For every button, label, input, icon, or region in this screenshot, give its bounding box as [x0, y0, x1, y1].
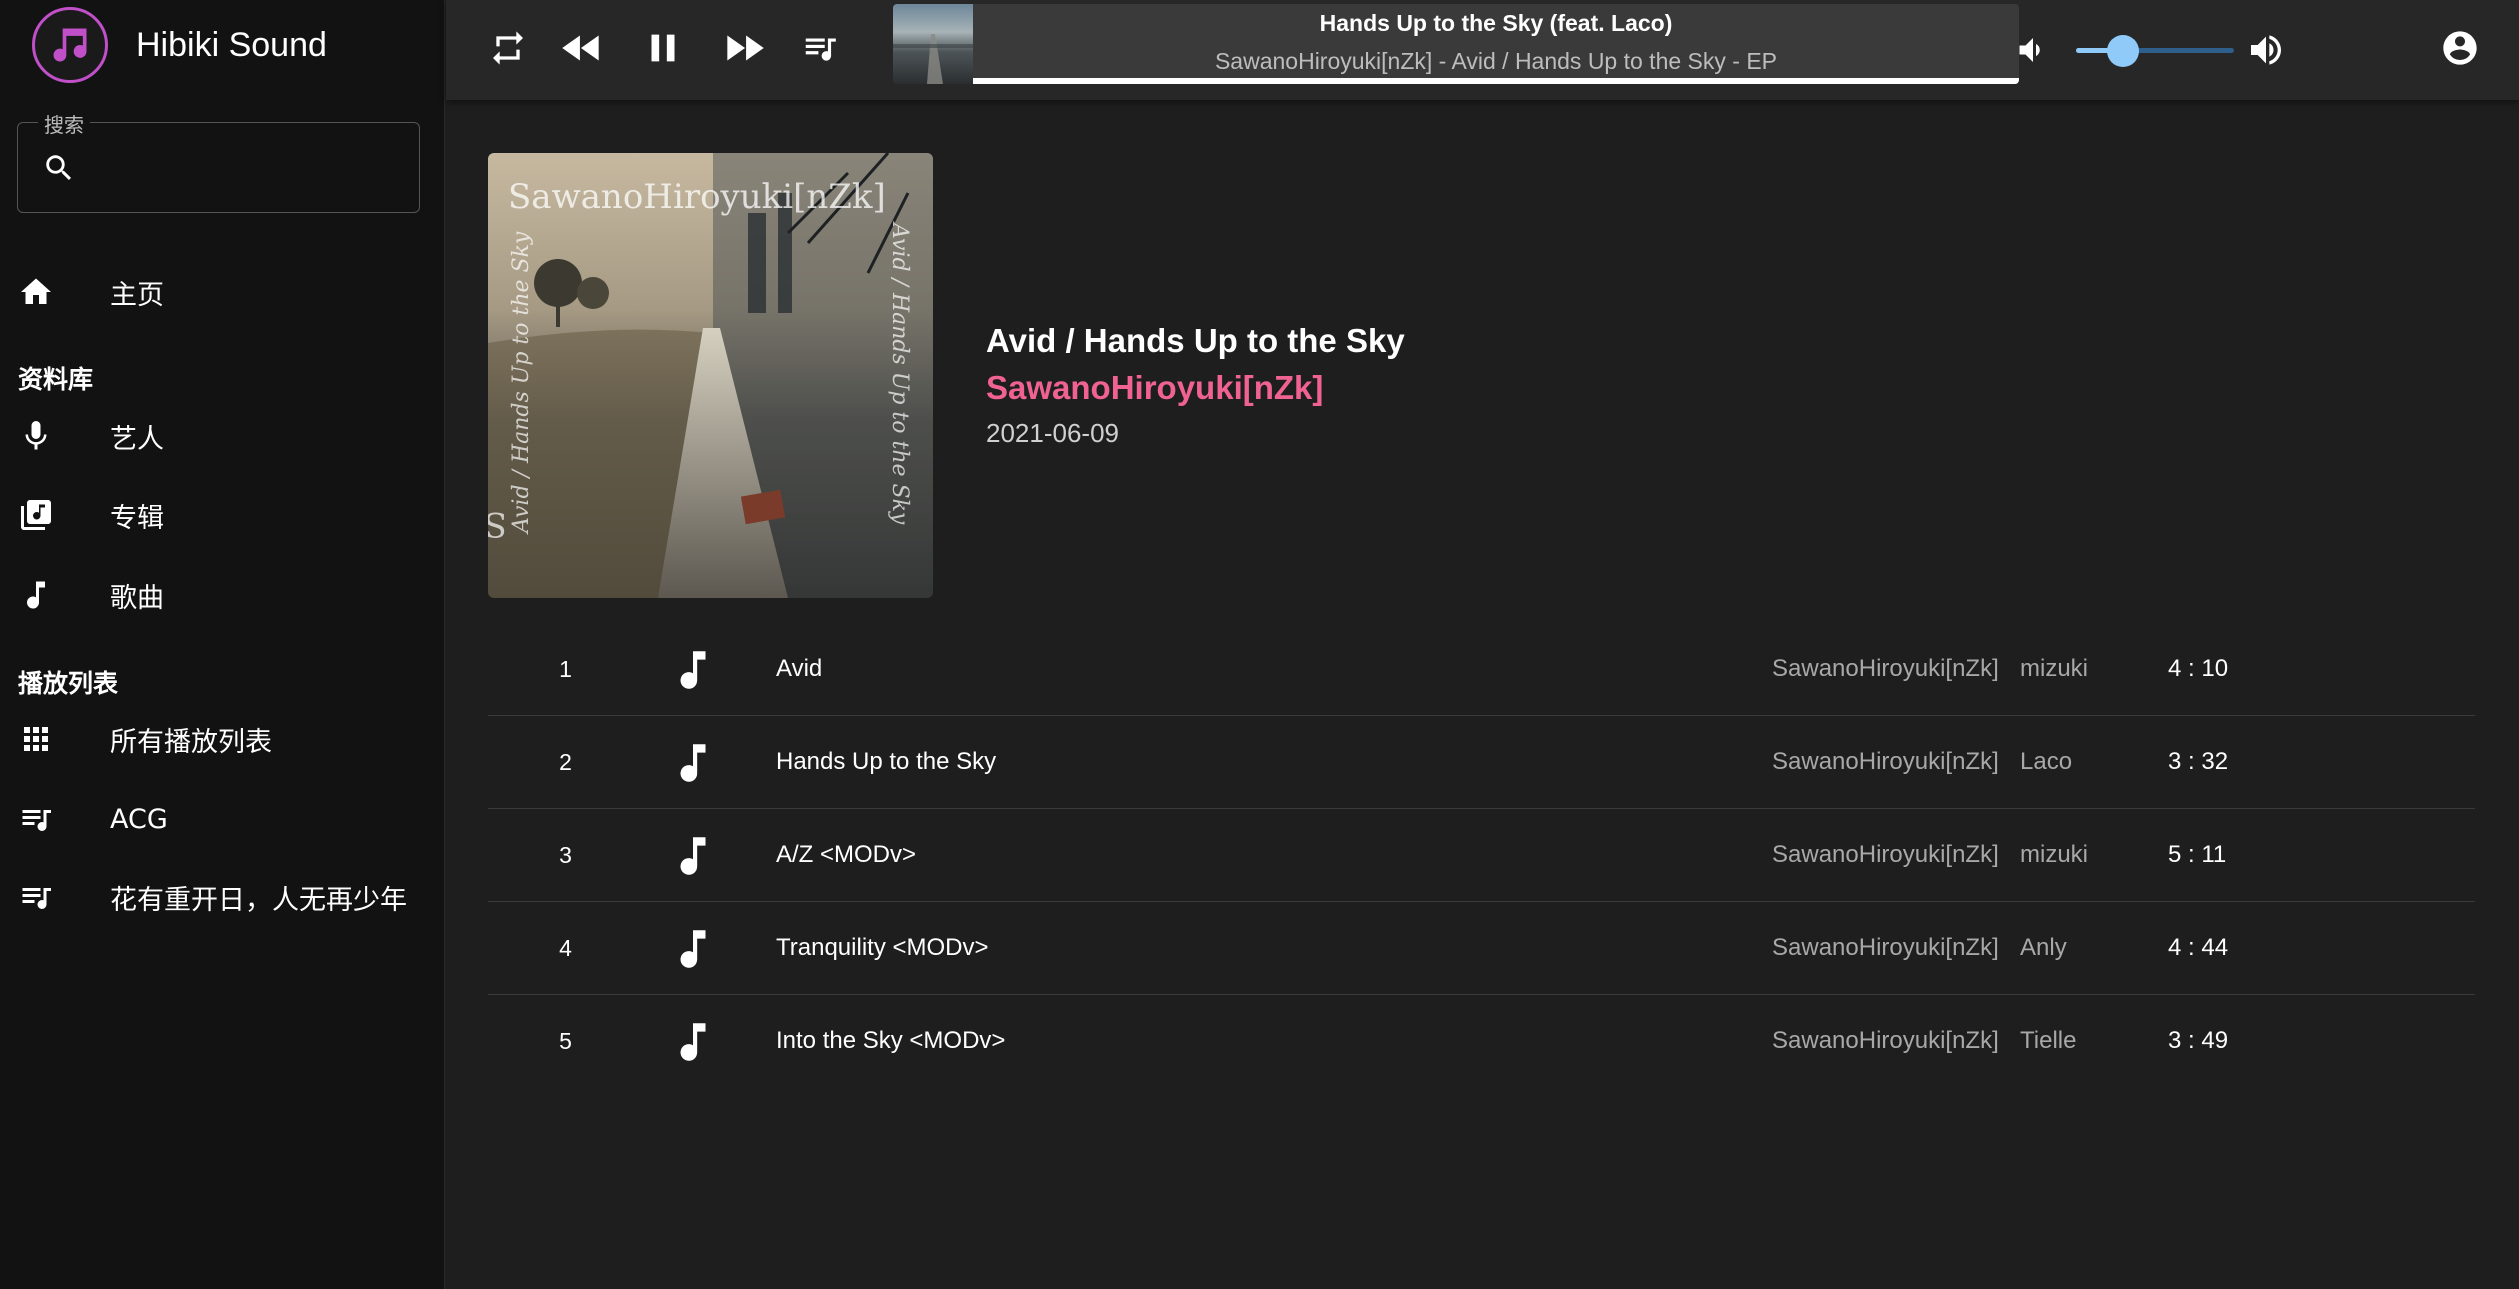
track-title: Avid [776, 655, 823, 682]
queue-button[interactable] [792, 22, 848, 78]
app-name: Hibiki Sound [136, 25, 327, 64]
music-note-icon [668, 1017, 718, 1067]
sidebar-item-albums[interactable]: 专辑 [18, 485, 164, 545]
album-cover: SawanoHiroyuki[nZk] SawanoHiroyuki[nZk] … [488, 153, 933, 598]
sidebar-item-label: 艺人 [110, 423, 164, 455]
track-artist[interactable]: SawanoHiroyuki[nZk] [1772, 995, 1999, 1087]
previous-button[interactable] [554, 22, 610, 78]
sidebar-item-songs[interactable]: 歌曲 [18, 565, 164, 625]
track-featured-artist[interactable]: Laco [2020, 716, 2072, 808]
track-artist[interactable]: SawanoHiroyuki[nZk] [1772, 716, 1999, 808]
now-playing-subtitle: SawanoHiroyuki[nZk] - Avid / Hands Up to… [1214, 48, 1778, 74]
microphone-icon [18, 418, 54, 454]
track-featured-artist[interactable]: mizuki [2020, 623, 2088, 715]
repeat-icon [488, 28, 528, 73]
cover-side-text-right: Avid / Hands Up to the Sky [887, 221, 912, 525]
sidebar-item-label: 歌曲 [110, 582, 164, 614]
now-playing-cover [893, 4, 973, 84]
volume-control [2012, 22, 2312, 78]
track-artist[interactable]: SawanoHiroyuki[nZk] [1772, 902, 1999, 994]
album-artist-link[interactable]: SawanoHiroyuki[nZk] [986, 369, 1323, 407]
album-title: Avid / Hands Up to the Sky [986, 322, 1405, 359]
queue-icon [801, 29, 839, 72]
sidebar-item-label: 所有播放列表 [110, 726, 272, 758]
sidebar-item-label: 专辑 [110, 502, 164, 534]
track-number: 1 [559, 656, 572, 682]
track-title: Hands Up to the Sky [776, 748, 997, 775]
sidebar-item-artists[interactable]: 艺人 [18, 406, 164, 466]
next-button[interactable] [716, 22, 772, 78]
track-number: 4 [559, 935, 572, 961]
player-bar: Hands Up to the Sky (feat. Laco) SawanoH… [446, 0, 2519, 100]
track-number: 5 [559, 1028, 572, 1054]
track-duration: 3 : 32 [2168, 748, 2229, 775]
music-note-icon [32, 7, 108, 83]
track-duration: 3 : 49 [2168, 1027, 2229, 1054]
track-featured-artist[interactable]: Tielle [2020, 995, 2076, 1087]
track-duration: 4 : 10 [2168, 655, 2229, 682]
sidebar-item-label: 花有重开日，人无再少年 [110, 884, 407, 916]
search-field[interactable]: 搜索 [17, 109, 420, 213]
music-note-icon [668, 831, 718, 881]
track-duration: 4 : 44 [2168, 934, 2229, 961]
album-release-date: 2021-06-09 [986, 418, 1119, 448]
playlists-section-title: 播放列表 [18, 669, 119, 698]
track-title: A/Z <MODv> [776, 841, 917, 868]
sidebar-item-all-playlists[interactable]: 所有播放列表 [18, 709, 272, 769]
queue-music-icon [18, 879, 54, 915]
track-row[interactable]: 3 A/Z <MODv> SawanoHiroyuki[nZk] mizuki … [488, 809, 2475, 902]
search-label: 搜索 [38, 109, 90, 138]
cover-title-text: SawanoHiroyuki[nZk] [508, 177, 886, 217]
sidebar-item-playlist-acg[interactable]: ACG [18, 789, 168, 849]
cover-side-text-left: Avid / Hands Up to the Sky [509, 231, 534, 535]
brand[interactable]: Hibiki Sound [32, 7, 327, 83]
repeat-button[interactable] [480, 22, 536, 78]
track-duration: 5 : 11 [2168, 841, 2227, 868]
track-number: 2 [559, 749, 572, 775]
sidebar-item-label: ACG [110, 803, 168, 835]
track-row[interactable]: 2 Hands Up to the Sky SawanoHiroyuki[nZk… [488, 716, 2475, 809]
track-row[interactable]: 5 Into the Sky <MODv> SawanoHiroyuki[nZk… [488, 995, 2475, 1088]
track-list: 1 Avid SawanoHiroyuki[nZk] mizuki 4 : 10… [488, 623, 2475, 1088]
now-playing-panel[interactable]: Hands Up to the Sky (feat. Laco) SawanoH… [893, 4, 2019, 84]
volume-down-icon[interactable] [2012, 32, 2048, 73]
account-circle-icon [2440, 28, 2480, 73]
sidebar-item-label: 主页 [110, 279, 164, 311]
sidebar-item-playlist-2[interactable]: 花有重开日，人无再少年 [18, 867, 407, 927]
cover-title-text-inverted: SawanoHiroyuki[nZk] [488, 504, 507, 544]
track-row[interactable]: 4 Tranquility <MODv> SawanoHiroyuki[nZk]… [488, 902, 2475, 995]
track-artist[interactable]: SawanoHiroyuki[nZk] [1772, 623, 1999, 715]
track-featured-artist[interactable]: mizuki [2020, 809, 2088, 901]
library-section-title: 资料库 [18, 365, 94, 394]
volume-slider[interactable] [2076, 35, 2234, 67]
track-row[interactable]: 1 Avid SawanoHiroyuki[nZk] mizuki 4 : 10 [488, 623, 2475, 716]
queue-music-icon [18, 801, 54, 837]
music-note-icon [668, 738, 718, 788]
sidebar-item-home[interactable]: 主页 [18, 262, 164, 322]
album-library-icon [18, 497, 54, 533]
track-number: 3 [559, 842, 572, 868]
pause-button[interactable] [635, 22, 691, 78]
track-title: Into the Sky <MODv> [776, 1027, 1006, 1054]
music-note-icon [18, 577, 54, 613]
music-note-icon [668, 645, 718, 695]
now-playing-title: Hands Up to the Sky (feat. Laco) [1319, 10, 1673, 36]
search-icon [42, 151, 76, 190]
sidebar: Hibiki Sound 搜索 主页 资料库 艺人 专辑 歌曲 播放列表 所有播… [0, 0, 445, 1289]
track-featured-artist[interactable]: Anly [2020, 902, 2067, 994]
next-icon [719, 23, 769, 78]
home-icon [18, 274, 54, 310]
previous-icon [557, 23, 607, 78]
volume-up-icon[interactable] [2246, 30, 2286, 75]
progress-fill [973, 78, 2019, 84]
grid-icon [18, 721, 54, 757]
track-artist[interactable]: SawanoHiroyuki[nZk] [1772, 809, 1999, 901]
progress-bar[interactable] [973, 78, 2019, 84]
account-button[interactable] [2432, 22, 2488, 78]
music-note-icon [668, 924, 718, 974]
track-title: Tranquility <MODv> [776, 934, 989, 961]
volume-thumb[interactable] [2107, 35, 2140, 67]
pause-icon [640, 25, 686, 76]
